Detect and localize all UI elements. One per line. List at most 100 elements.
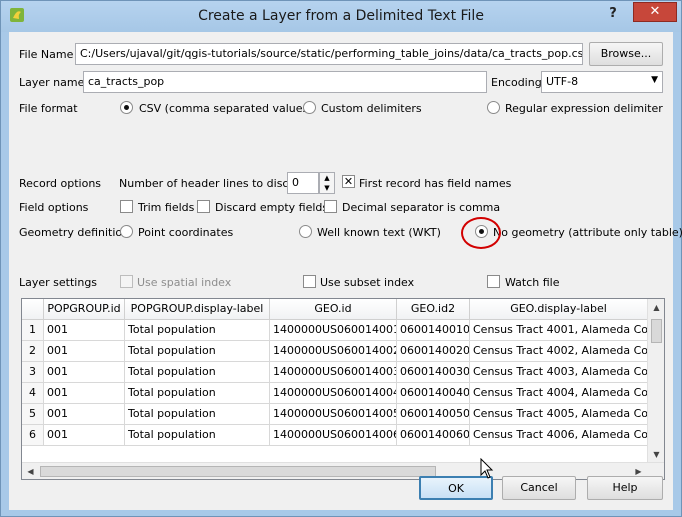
table-cell[interactable]: 1400000US06001400100 (270, 320, 397, 341)
table-cell[interactable]: 1400000US06001400200 (270, 341, 397, 362)
column-header[interactable]: POPGROUP.id (44, 299, 125, 320)
regex-delimiter-label: Regular expression delimiter (505, 102, 663, 115)
table-cell[interactable]: 06001400600 (397, 425, 470, 446)
regex-delimiter-radio[interactable] (487, 101, 500, 114)
wkt-label: Well known text (WKT) (317, 226, 441, 239)
layer-name-input[interactable]: ca_tracts_pop (83, 71, 487, 93)
table-cell[interactable]: 001 (44, 383, 125, 404)
record-options-label: Record options (19, 177, 102, 190)
table-cell[interactable]: Census Tract 4006, Alameda County (470, 425, 648, 446)
table-cell[interactable]: 001 (44, 425, 125, 446)
custom-delimiters-label: Custom delimiters (321, 102, 422, 115)
table-cell[interactable]: 1400000US06001400400 (270, 383, 397, 404)
table-cell[interactable]: Census Tract 4005, Alameda County (470, 404, 648, 425)
table-cell[interactable]: Census Tract 4002, Alameda County (470, 341, 648, 362)
discard-empty-checkbox[interactable] (197, 200, 210, 213)
no-geometry-label: No geometry (attribute only table) (493, 226, 682, 239)
window-title: Create a Layer from a Delimited Text Fil… (198, 8, 484, 24)
encoding-select[interactable]: UTF-8 ▼ (541, 71, 663, 93)
table-cell[interactable]: 06001400400 (397, 383, 470, 404)
watch-file-checkbox[interactable] (487, 275, 500, 288)
dialog-window: Create a Layer from a Delimited Text Fil… (0, 0, 682, 517)
watch-file-label: Watch file (505, 276, 560, 289)
column-header[interactable]: GEO.display-label (470, 299, 648, 320)
table-cell[interactable]: 1400000US06001400500 (270, 404, 397, 425)
browse-button[interactable]: Browse... (589, 42, 663, 66)
table-cell[interactable]: Total population (125, 341, 270, 362)
header-lines-stepper[interactable]: ▲ ▼ (319, 172, 335, 194)
table-cell[interactable]: Total population (125, 425, 270, 446)
cancel-button[interactable]: Cancel (502, 476, 576, 500)
row-number[interactable]: 1 (22, 320, 44, 341)
csv-radio-label: CSV (comma separated values) (139, 102, 313, 115)
table-cell[interactable]: Total population (125, 383, 270, 404)
first-record-label: First record has field names (359, 177, 512, 190)
help-button[interactable]: Help (587, 476, 663, 500)
trim-fields-label: Trim fields (138, 201, 195, 214)
header-lines-input[interactable]: 0 (287, 172, 319, 194)
row-number[interactable]: 2 (22, 341, 44, 362)
vertical-scroll-thumb[interactable] (651, 319, 662, 343)
table-cell[interactable]: 001 (44, 341, 125, 362)
table-cell[interactable]: 001 (44, 404, 125, 425)
encoding-label: Encoding (491, 76, 542, 89)
trim-fields-checkbox[interactable] (120, 200, 133, 213)
decimal-comma-checkbox[interactable] (324, 200, 337, 213)
table-cell[interactable]: 06001400500 (397, 404, 470, 425)
file-name-input[interactable]: C:/Users/ujaval/git/qgis-tutorials/sourc… (75, 43, 583, 65)
layer-name-label: Layer name (19, 76, 85, 89)
row-number[interactable]: 4 (22, 383, 44, 404)
subset-index-checkbox[interactable] (303, 275, 316, 288)
row-number[interactable]: 6 (22, 425, 44, 446)
dialog-body: File Name C:/Users/ujaval/git/qgis-tutor… (9, 32, 682, 510)
scroll-down-icon[interactable]: ▼ (648, 446, 664, 463)
point-coordinates-label: Point coordinates (138, 226, 234, 239)
custom-delimiters-radio[interactable] (303, 101, 316, 114)
stepper-up-icon[interactable]: ▲ (320, 173, 334, 183)
csv-radio[interactable] (120, 101, 133, 114)
discard-empty-label: Discard empty fields (215, 201, 329, 214)
table-cell[interactable]: 001 (44, 320, 125, 341)
column-header[interactable]: GEO.id (270, 299, 397, 320)
subset-index-label: Use subset index (320, 276, 415, 289)
spatial-index-label: Use spatial index (137, 276, 232, 289)
table-cell[interactable]: Total population (125, 404, 270, 425)
wkt-radio[interactable] (299, 225, 312, 238)
decimal-comma-label: Decimal separator is comma (342, 201, 501, 214)
table-cell[interactable]: 1400000US06001400600 (270, 425, 397, 446)
table-cell[interactable]: Census Tract 4003, Alameda County (470, 362, 648, 383)
help-title-button[interactable]: ? (603, 6, 623, 22)
chevron-down-icon: ▼ (651, 75, 658, 85)
file-format-label: File format (19, 102, 78, 115)
row-number[interactable]: 3 (22, 362, 44, 383)
encoding-value: UTF-8 (546, 75, 579, 88)
scroll-left-icon[interactable]: ◀ (22, 463, 39, 479)
row-number[interactable]: 5 (22, 404, 44, 425)
table-cell[interactable]: 06001400300 (397, 362, 470, 383)
table-cell[interactable]: Census Tract 4001, Alameda County (470, 320, 648, 341)
field-options-label: Field options (19, 201, 89, 214)
file-name-label: File Name (19, 48, 74, 61)
column-header[interactable]: GEO.id2 (397, 299, 470, 320)
point-coordinates-radio[interactable] (120, 225, 133, 238)
sample-data-table[interactable]: POPGROUP.id POPGROUP.display-label GEO.i… (21, 298, 665, 480)
table-cell[interactable]: Total population (125, 320, 270, 341)
scroll-up-icon[interactable]: ▲ (648, 299, 664, 316)
table-corner (22, 299, 44, 320)
header-lines-label: Number of header lines to discard (119, 177, 307, 190)
vertical-scrollbar[interactable]: ▲ ▼ (647, 299, 664, 463)
geometry-definition-label: Geometry definition (19, 226, 130, 239)
stepper-down-icon[interactable]: ▼ (320, 183, 334, 193)
title-bar[interactable]: Create a Layer from a Delimited Text Fil… (1, 1, 681, 32)
table-cell[interactable]: Census Tract 4004, Alameda County (470, 383, 648, 404)
table-cell[interactable]: Total population (125, 362, 270, 383)
table-cell[interactable]: 1400000US06001400300 (270, 362, 397, 383)
horizontal-scroll-thumb[interactable] (40, 466, 436, 477)
table-cell[interactable]: 06001400200 (397, 341, 470, 362)
mouse-pointer-icon (480, 458, 494, 479)
table-cell[interactable]: 06001400100 (397, 320, 470, 341)
first-record-checkbox[interactable]: ✕ (342, 175, 355, 188)
column-header[interactable]: POPGROUP.display-label (125, 299, 270, 320)
table-cell[interactable]: 001 (44, 362, 125, 383)
close-button[interactable]: ✕ (633, 2, 677, 22)
